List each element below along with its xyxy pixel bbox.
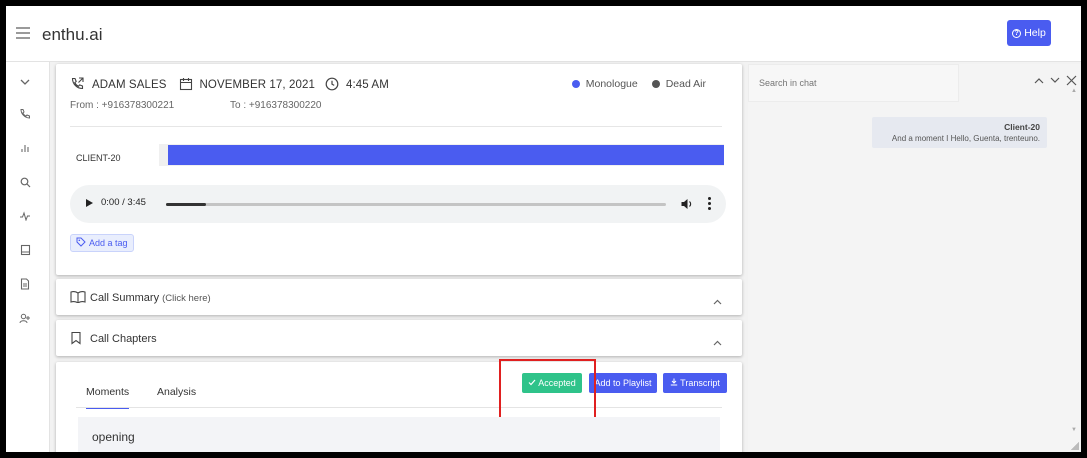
audio-progress-fill: [166, 203, 206, 206]
transcript-label: Transcript: [680, 378, 720, 388]
calendar-icon: [179, 77, 193, 94]
add-to-playlist-button[interactable]: Add to Playlist: [589, 373, 657, 393]
add-tag-label: Add a tag: [89, 238, 128, 248]
audio-seek-slider[interactable]: [166, 203, 666, 206]
play-icon[interactable]: [86, 199, 93, 207]
activity-icon[interactable]: [17, 208, 33, 224]
download-icon: [670, 378, 678, 388]
transcript-button[interactable]: Transcript: [663, 373, 727, 393]
tab-moments[interactable]: Moments: [86, 386, 130, 409]
help-icon: ?: [1012, 28, 1022, 38]
audio-player: 0:00 / 3:45: [70, 185, 726, 223]
more-options-icon[interactable]: [708, 197, 712, 211]
call-chapters-accordion[interactable]: Call Chapters: [56, 320, 742, 356]
legend-item-monologue: Monologue: [571, 78, 638, 90]
to-number: To : +916378300220: [230, 100, 322, 111]
scroll-down-arrow[interactable]: ▼: [1071, 427, 1077, 433]
talk-legend: Monologue Dead Air: [571, 78, 706, 90]
analytics-icon[interactable]: [17, 140, 33, 156]
document-icon[interactable]: [17, 276, 33, 292]
volume-icon[interactable]: [680, 197, 694, 216]
call-summary-accordion[interactable]: Call Summary (Click here): [56, 279, 742, 315]
add-tag-button[interactable]: Add a tag: [70, 234, 134, 252]
chevron-up-icon[interactable]: [713, 333, 722, 351]
call-date: NOVEMBER 17, 2021: [199, 79, 315, 91]
tag-icon: [76, 237, 86, 249]
call-header: ADAM SALES NOVEMBER 17, 2021 4:45 AM: [70, 76, 389, 94]
app-window: enthu.ai ? Help ADAM SALES NOVEMBER 17, …: [6, 6, 1081, 452]
opening-section: opening: [78, 417, 720, 452]
chevron-down-icon[interactable]: [17, 74, 33, 90]
sidebar: [6, 62, 50, 452]
clock-icon: [325, 77, 339, 94]
legend-item-dead-air: Dead Air: [651, 78, 706, 90]
tabs-divider: [76, 407, 722, 408]
brand-logo: enthu.ai: [42, 25, 103, 44]
highlight-annotation: [499, 359, 596, 422]
call-time: 4:45 AM: [345, 79, 389, 91]
calls-icon[interactable]: [17, 106, 33, 122]
next-result-icon[interactable]: [1050, 77, 1060, 84]
add-user-icon[interactable]: [17, 310, 33, 326]
help-button[interactable]: ? Help: [1007, 20, 1051, 46]
menu-icon[interactable]: [16, 27, 30, 39]
chat-message: Client-20 And a moment I Hello, Guenta, …: [872, 117, 1047, 148]
call-chapters-title: Call Chapters: [90, 333, 157, 345]
resize-grip[interactable]: [1071, 442, 1079, 450]
chat-search-input[interactable]: [748, 64, 959, 102]
book-open-icon: [70, 290, 86, 308]
from-number: From : +916378300221: [70, 100, 175, 111]
speaker-timeline-bar[interactable]: [168, 145, 724, 165]
book-icon[interactable]: [17, 242, 33, 258]
moments-card: Moments Analysis Accepted Add to Playlis…: [56, 359, 742, 452]
scroll-up-arrow[interactable]: ▲: [1071, 88, 1077, 94]
section-title: opening: [92, 430, 135, 444]
chat-panel: ▲ Client-20 And a moment I Hello, Guenta…: [748, 64, 1081, 452]
previous-result-icon[interactable]: [1034, 77, 1044, 84]
bookmark-icon: [70, 331, 82, 350]
audio-time: 0:00 / 3:45: [101, 197, 146, 208]
top-bar: enthu.ai ? Help: [6, 6, 1081, 62]
call-detail-card: ADAM SALES NOVEMBER 17, 2021 4:45 AM Fro…: [56, 64, 742, 275]
divider: [70, 126, 722, 127]
chat-speaker: Client-20: [1004, 122, 1040, 132]
chat-text: And a moment I Hello, Guenta, trenteuno.: [891, 134, 1040, 143]
outgoing-call-icon: [70, 76, 85, 94]
help-label: Help: [1024, 27, 1046, 39]
agent-name: ADAM SALES: [92, 79, 167, 91]
speaker-label: CLIENT-20: [76, 153, 121, 163]
call-summary-title: Call Summary (Click here): [90, 292, 211, 304]
close-icon[interactable]: [1066, 75, 1077, 86]
chat-nav: [1034, 75, 1077, 86]
tab-analysis[interactable]: Analysis: [157, 386, 196, 398]
chevron-up-icon[interactable]: [713, 292, 722, 310]
search-icon[interactable]: [17, 174, 33, 190]
call-summary-hint: (Click here): [162, 293, 211, 304]
